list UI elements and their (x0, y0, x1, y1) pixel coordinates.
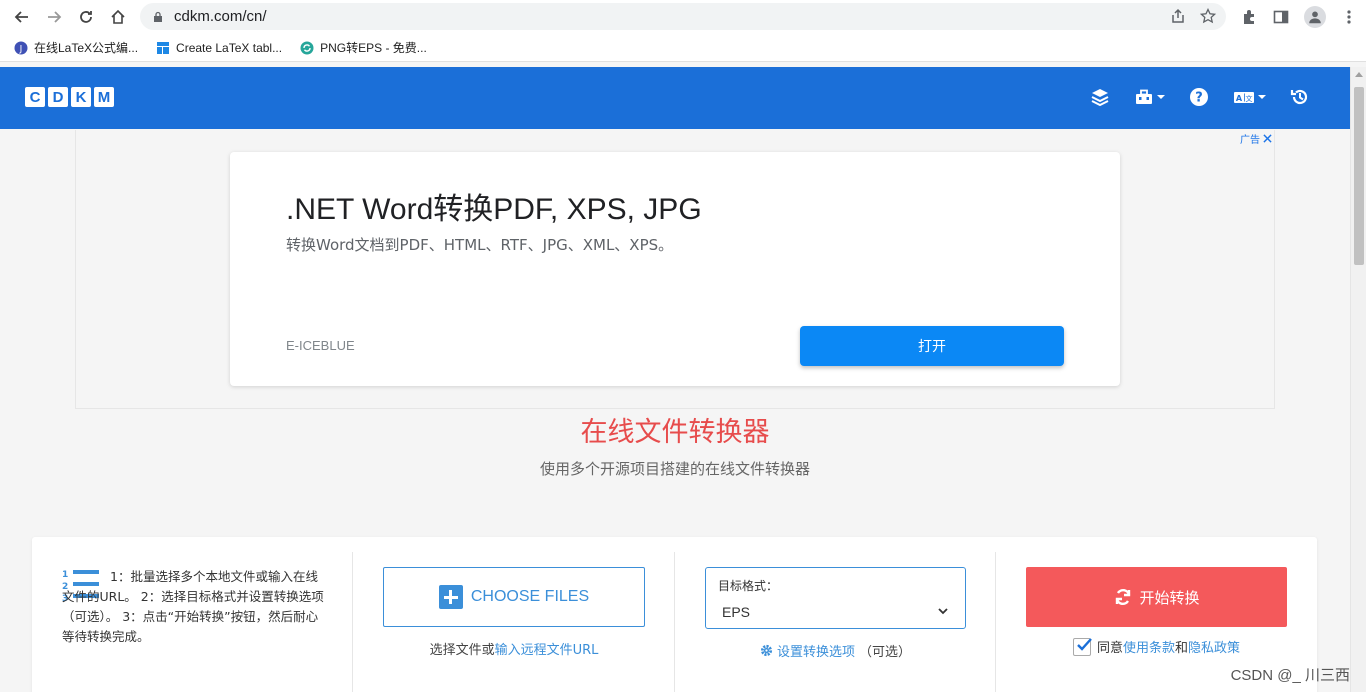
svg-text:?: ? (1195, 91, 1203, 106)
scroll-up-arrow[interactable] (1355, 72, 1363, 77)
start-conversion-label: 开始转换 (1139, 588, 1200, 607)
choose-files-button[interactable]: CHOOSE FILES (383, 567, 645, 627)
watermark: CSDN @_ 川三西 (1230, 667, 1350, 684)
reload-icon (80, 11, 92, 23)
target-format-select[interactable]: 目标格式： EPS (705, 567, 966, 629)
bookmark-label: Create LaTeX tabl... (176, 40, 283, 55)
page-subtitle: 使用多个开源项目搭建的在线文件转换器 (539, 460, 810, 478)
agreement-row: 同意使用条款和隐私政策 (1026, 637, 1287, 656)
bookmark-label: 在线LaTeX公式编... (34, 41, 139, 55)
conversion-options-link[interactable]: 设置转换选项 (777, 641, 855, 660)
layers-icon (1091, 89, 1109, 107)
close-icon[interactable] (1263, 134, 1272, 143)
convert-site-icon (300, 41, 314, 54)
lock-icon (154, 11, 162, 22)
arrow-left-icon (14, 11, 28, 23)
profile-avatar[interactable] (1304, 6, 1326, 28)
choose-hint-text: 选择文件或 (429, 643, 495, 658)
star-icon[interactable] (1200, 8, 1216, 24)
logo-letter: M (94, 87, 114, 107)
home-button[interactable] (102, 0, 134, 34)
kebab-menu-icon[interactable] (1340, 8, 1358, 26)
extensions-icon[interactable] (1240, 8, 1258, 26)
logo-letter: K (71, 87, 91, 107)
history-icon (1290, 89, 1308, 105)
latex-site-icon: J (14, 41, 28, 54)
bookmark-label: PNG转EPS - 免费... (320, 41, 427, 55)
choose-hint: 选择文件或输入远程文件URL (383, 639, 645, 658)
arrow-right-icon (48, 11, 62, 23)
site-logo[interactable]: C D K M (25, 87, 114, 107)
home-icon (111, 9, 125, 24)
person-icon (1309, 11, 1321, 24)
layers-button[interactable] (1090, 87, 1110, 107)
url-text: cdkm.com/cn/ (174, 8, 267, 25)
start-conversion-button[interactable]: 开始转换 (1026, 567, 1287, 627)
ad-open-button[interactable]: 打开 (800, 326, 1064, 366)
ad-title[interactable]: .NET Word转换PDF, XPS, JPG (286, 184, 702, 228)
chevron-down-icon (938, 608, 948, 615)
address-bar[interactable]: cdkm.com/cn/ (140, 3, 1226, 30)
svg-text:J: J (19, 44, 23, 54)
options-optional-text: （可选） (859, 645, 912, 660)
choose-files-label: CHOOSE FILES (470, 588, 590, 605)
remote-url-link[interactable]: 输入远程文件URL (495, 643, 599, 658)
converter-panel: 1 2 3 1：批量选择多个本地文件或输入在线文件的URL。 2：选择目标格式并… (32, 537, 1317, 692)
checkmark-icon (1077, 637, 1092, 651)
bookmark-latex-editor[interactable]: J 在线LaTeX公式编... (14, 39, 138, 56)
question-circle-icon: ? (1190, 88, 1208, 106)
bookmark-latex-table[interactable]: Create LaTeX tabl... (156, 41, 282, 55)
bookmarks-bar: J 在线LaTeX公式编... Create LaTeX tabl... PNG… (0, 34, 1366, 62)
terms-link[interactable]: 使用条款 (1123, 641, 1175, 656)
language-menu-button[interactable]: A文 (1233, 87, 1266, 107)
table-generator-icon (157, 41, 170, 54)
privacy-link[interactable]: 隐私政策 (1188, 641, 1240, 656)
column-divider (674, 552, 675, 692)
column-divider (352, 552, 353, 692)
logo-letter: C (25, 87, 45, 107)
agree-text: 同意 (1096, 641, 1123, 656)
site-header: C D K M ? A文 (0, 67, 1350, 129)
agree-checkbox[interactable] (1072, 637, 1092, 656)
back-button[interactable] (6, 0, 38, 34)
target-format-value: EPS (722, 604, 751, 620)
page-title: 在线文件转换器 (580, 417, 770, 448)
help-button[interactable]: ? (1189, 87, 1209, 107)
toolbox-icon (1136, 89, 1152, 104)
column-divider (995, 552, 996, 692)
history-button[interactable] (1290, 87, 1310, 107)
forward-button[interactable] (38, 0, 70, 34)
plus-icon (438, 585, 463, 609)
scroll-thumb[interactable] (1354, 87, 1364, 265)
ad-brand: E-ICEBLUE (286, 338, 355, 353)
logo-letter: D (48, 87, 68, 107)
reload-button[interactable] (70, 0, 102, 34)
gear-icon (760, 644, 773, 657)
svg-text:A: A (1236, 94, 1243, 103)
agree-and-text: 和 (1175, 641, 1189, 656)
chevron-down-icon (1258, 95, 1266, 99)
browser-toolbar: cdkm.com/cn/ (0, 0, 1366, 34)
chevron-down-icon (1157, 95, 1165, 99)
svg-text:文: 文 (1246, 94, 1253, 103)
target-format-label: 目标格式： (718, 579, 779, 593)
side-panel-icon[interactable] (1272, 8, 1290, 26)
ad-card[interactable]: .NET Word转换PDF, XPS, JPG 转换Word文档到PDF、HT… (230, 152, 1120, 386)
refresh-icon (1116, 588, 1131, 606)
options-hint: 设置转换选项 （可选） (705, 641, 966, 660)
ad-description: 转换Word文档到PDF、HTML、RTF、JPG、XML、XPS。 (286, 236, 674, 254)
ad-badge-label: 广告 (1240, 135, 1260, 146)
share-icon[interactable] (1170, 8, 1186, 24)
steps-instructions: 1：批量选择多个本地文件或输入在线文件的URL。 2：选择目标格式并设置转换选项… (62, 569, 324, 644)
tools-menu-button[interactable] (1134, 87, 1165, 107)
ad-badge[interactable]: 广告 (1240, 131, 1272, 146)
page-scrollbar[interactable] (1350, 67, 1366, 692)
bookmark-png-eps[interactable]: PNG转EPS - 免费... (300, 39, 427, 56)
translate-icon: A文 (1234, 92, 1254, 103)
